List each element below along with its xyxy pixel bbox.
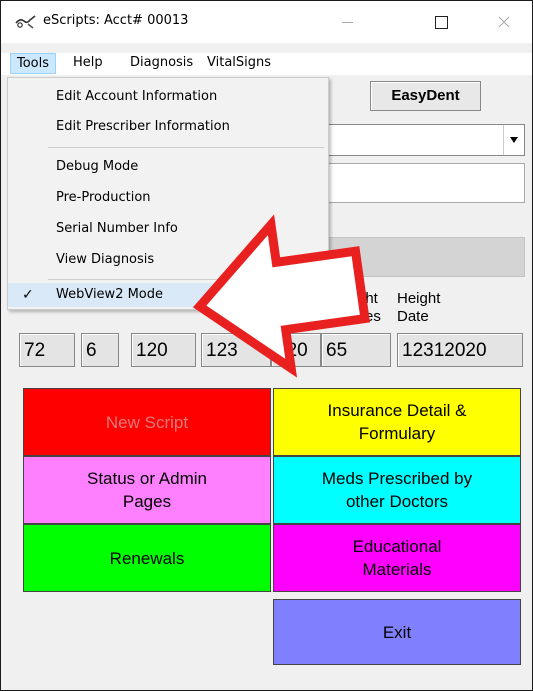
easydent-button[interactable]: EasyDent	[370, 81, 481, 111]
meds-label-line1: Meds Prescribed by	[321, 469, 473, 488]
status-label-line2: Pages	[122, 492, 172, 511]
status-label-line1: Status or Admin	[86, 469, 207, 488]
insurance-detail-button[interactable]: Insurance Detail & Formulary	[273, 388, 521, 456]
edu-label-line1: Educational	[352, 537, 442, 556]
app-window: eScripts: Acct# 00013 Tools Help Diagnos…	[0, 0, 533, 691]
dropdown-arrow[interactable]	[503, 125, 524, 155]
minimize-icon	[341, 21, 353, 23]
menu-tools[interactable]: Tools	[10, 53, 57, 74]
info-textbox[interactable]	[301, 163, 525, 203]
menu-item-debug-mode[interactable]: Debug Mode	[8, 152, 328, 182]
vital-field[interactable]: 72	[19, 333, 75, 367]
renewals-button[interactable]: Renewals	[23, 524, 271, 592]
close-icon	[498, 16, 510, 28]
menu-diagnosis[interactable]: Diagnosis	[124, 53, 199, 73]
title-bar: eScripts: Acct# 00013	[1, 1, 532, 43]
menu-vitalsigns[interactable]: VitalSigns	[201, 53, 277, 73]
vital-field[interactable]: 6	[81, 333, 119, 367]
edu-label-line2: Materials	[362, 560, 432, 579]
status-admin-button[interactable]: Status or Admin Pages	[23, 456, 271, 524]
vital-field[interactable]: 120	[131, 333, 196, 367]
window-title: eScripts: Acct# 00013	[43, 13, 189, 28]
red-arrow-icon	[192, 214, 371, 378]
maximize-button[interactable]	[418, 1, 464, 43]
renewals-label: Renewals	[109, 548, 185, 568]
exit-button[interactable]: Exit	[273, 599, 521, 665]
insurance-label-line2: Formulary	[358, 424, 436, 443]
educational-materials-button[interactable]: Educational Materials	[273, 524, 521, 592]
insurance-label-line1: Insurance Detail &	[327, 401, 467, 420]
menu-item-edit-account[interactable]: Edit Account Information	[8, 82, 328, 112]
menu-item-label: WebView2 Mode	[56, 287, 164, 302]
height-label: Height	[397, 290, 441, 307]
menu-item-label: Edit Prescriber Information	[56, 119, 230, 134]
checkmark-icon: ✓	[22, 287, 34, 303]
exit-label: Exit	[382, 622, 412, 642]
meds-label-line2: other Doctors	[345, 492, 449, 511]
new-script-button[interactable]: New Script	[23, 388, 271, 456]
minimize-button[interactable]	[324, 1, 370, 43]
close-button[interactable]	[481, 1, 527, 43]
menu-item-label: View Diagnosis	[56, 252, 155, 267]
menu-help[interactable]: Help	[67, 53, 109, 73]
height-date-label: Date	[397, 308, 429, 325]
menu-item-label: Serial Number Info	[56, 221, 178, 236]
menu-item-label: Pre-Production	[56, 190, 151, 205]
prescription-pen-icon	[15, 15, 36, 29]
chevron-down-icon	[510, 137, 518, 143]
menu-bar: Tools Help Diagnosis VitalSigns	[1, 53, 532, 75]
menu-item-edit-prescriber[interactable]: Edit Prescriber Information	[8, 112, 328, 142]
new-script-label: New Script	[105, 412, 189, 432]
menu-item-label: Debug Mode	[56, 159, 139, 174]
maximize-icon	[434, 15, 448, 29]
menu-item-label: Edit Account Information	[56, 89, 218, 104]
meds-prescribed-button[interactable]: Meds Prescribed by other Doctors	[273, 456, 521, 524]
menu-separator	[48, 147, 324, 148]
vital-field[interactable]: 12312020	[397, 333, 523, 367]
menu-item-pre-production[interactable]: Pre-Production	[8, 183, 328, 213]
prescriber-select[interactable]	[301, 124, 525, 156]
